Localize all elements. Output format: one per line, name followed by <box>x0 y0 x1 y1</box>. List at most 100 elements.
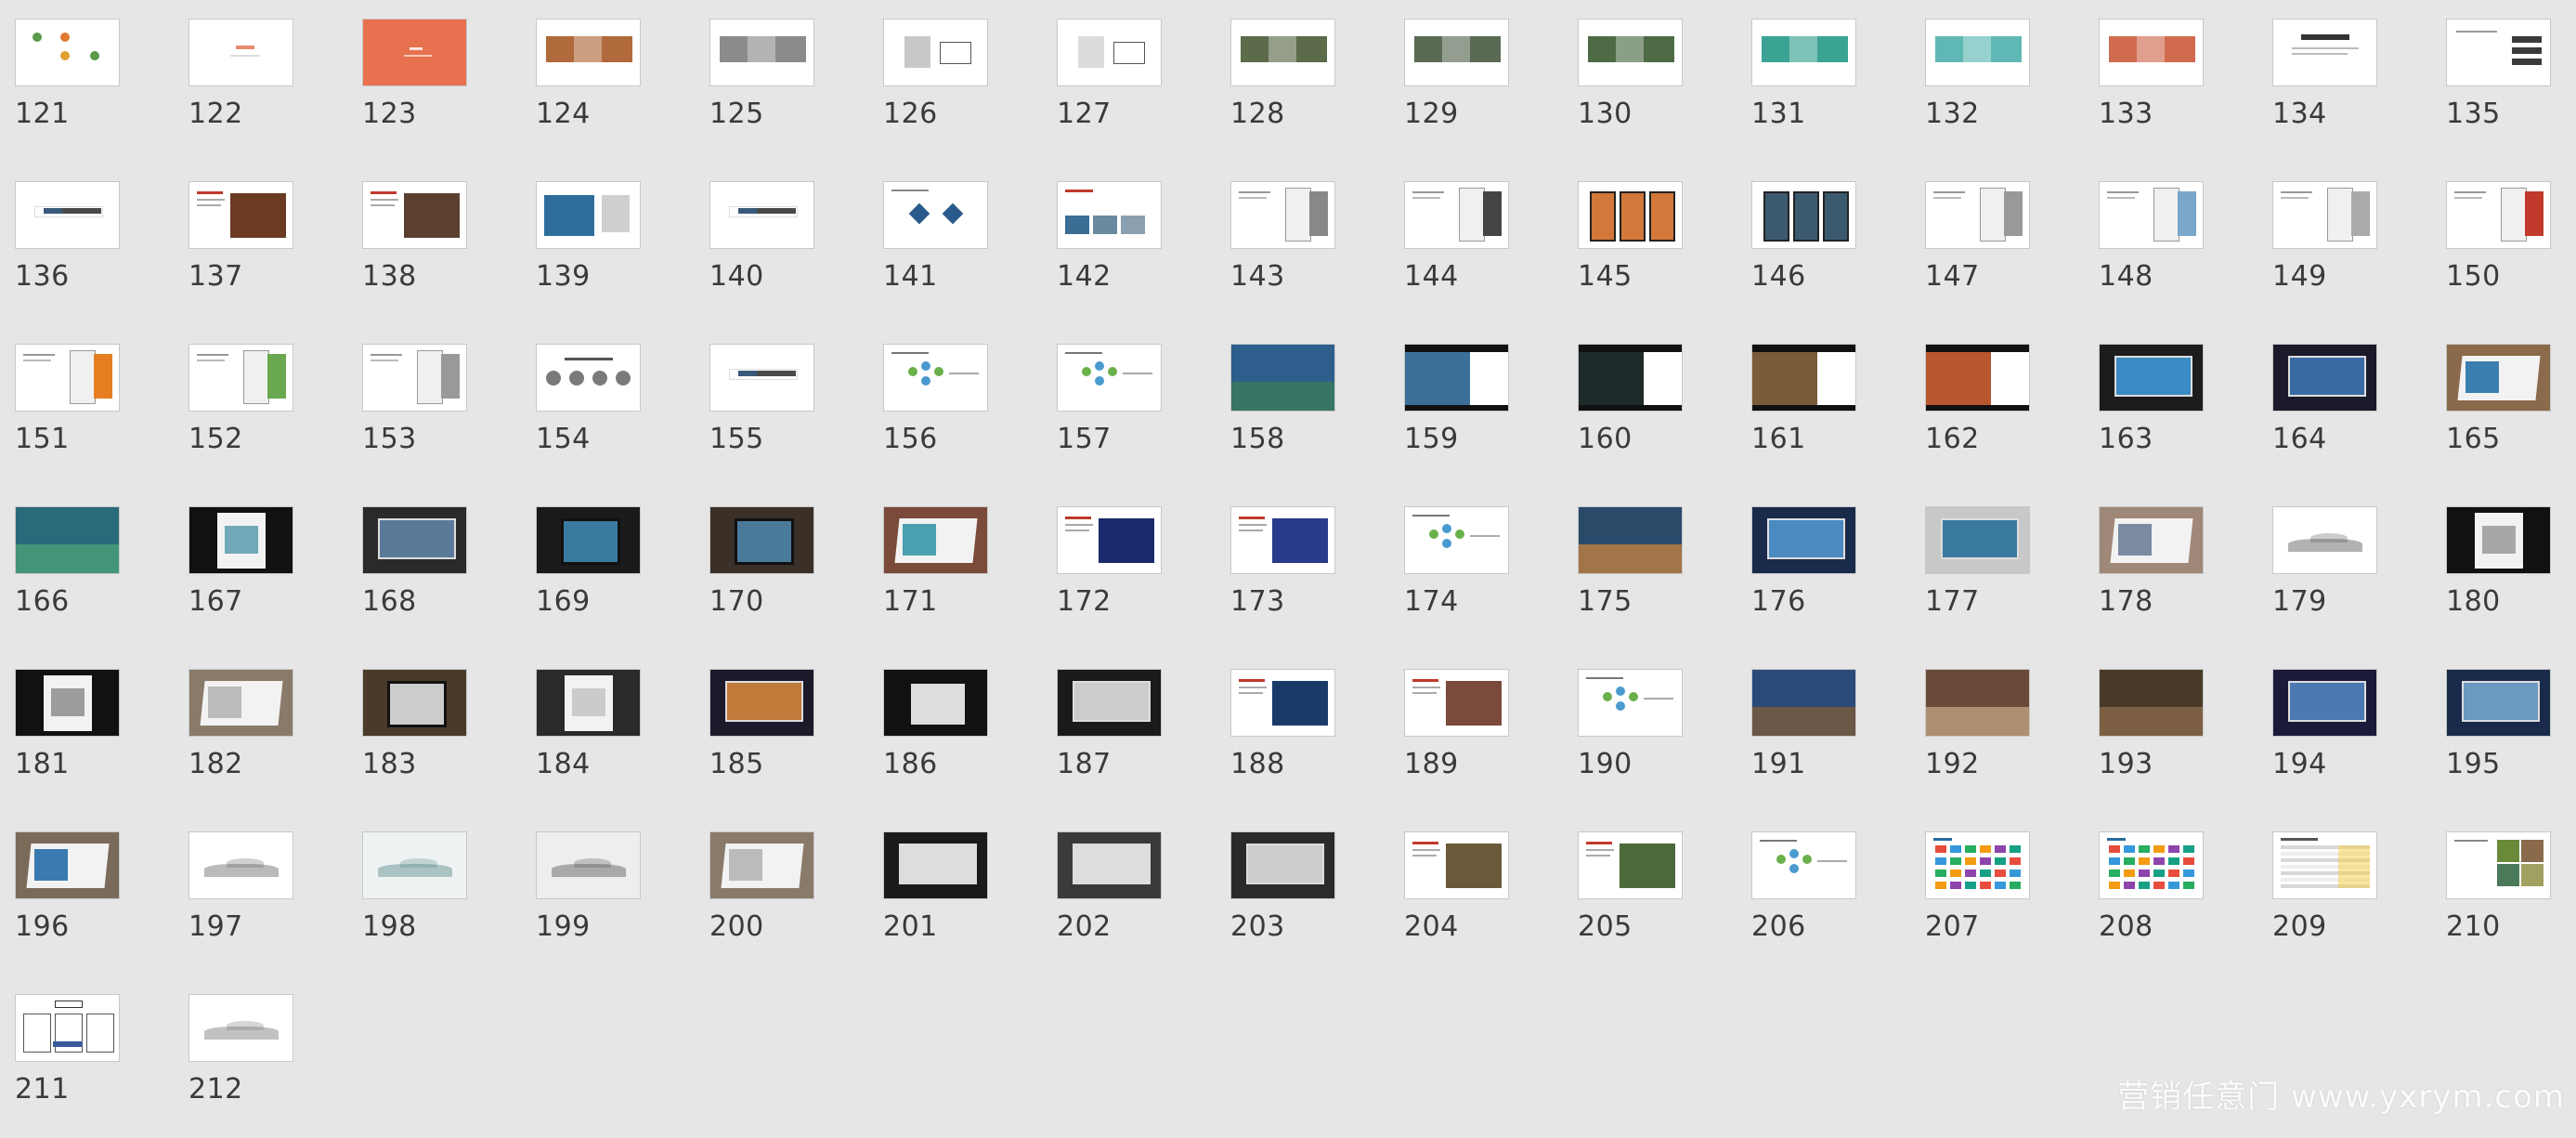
slide-thumbnail-124[interactable]: 124 <box>521 0 695 163</box>
slide-preview[interactable] <box>1404 181 1509 249</box>
slide-thumbnail-190[interactable]: 190 <box>1563 650 1737 813</box>
slide-preview[interactable] <box>1230 19 1335 86</box>
slide-preview[interactable] <box>536 831 641 899</box>
slide-preview[interactable] <box>2272 831 2377 899</box>
slide-thumbnail-129[interactable]: 129 <box>1389 0 1563 163</box>
slide-thumbnail-145[interactable]: 145 <box>1563 163 1737 325</box>
slide-thumbnail-187[interactable]: 187 <box>1042 650 1216 813</box>
slide-preview[interactable] <box>1925 344 2030 412</box>
slide-preview[interactable] <box>362 19 467 86</box>
slide-thumbnail-173[interactable]: 173 <box>1216 488 1389 650</box>
slide-thumbnail-212[interactable]: 212 <box>174 975 347 1138</box>
slide-thumbnail-210[interactable]: 210 <box>2431 813 2576 975</box>
slide-preview[interactable] <box>709 344 814 412</box>
slide-preview[interactable] <box>2446 506 2551 574</box>
slide-thumbnail-208[interactable]: 208 <box>2084 813 2257 975</box>
slide-preview[interactable] <box>536 669 641 737</box>
slide-preview[interactable] <box>709 19 814 86</box>
slide-preview[interactable] <box>1057 669 1162 737</box>
slide-thumbnail-142[interactable]: 142 <box>1042 163 1216 325</box>
slide-thumbnail-155[interactable]: 155 <box>695 325 868 488</box>
slide-preview[interactable] <box>362 831 467 899</box>
slide-thumbnail-138[interactable]: 138 <box>347 163 521 325</box>
slide-thumbnail-133[interactable]: 133 <box>2084 0 2257 163</box>
slide-thumbnail-167[interactable]: 167 <box>174 488 347 650</box>
slide-thumbnail-152[interactable]: 152 <box>174 325 347 488</box>
slide-preview[interactable] <box>1404 344 1509 412</box>
slide-thumbnail-195[interactable]: 195 <box>2431 650 2576 813</box>
slide-thumbnail-149[interactable]: 149 <box>2257 163 2431 325</box>
slide-preview[interactable] <box>883 831 988 899</box>
slide-preview[interactable] <box>2099 19 2204 86</box>
slide-thumbnail-143[interactable]: 143 <box>1216 163 1389 325</box>
slide-preview[interactable] <box>15 506 120 574</box>
slide-thumbnail-151[interactable]: 151 <box>0 325 174 488</box>
slide-thumbnail-201[interactable]: 201 <box>868 813 1042 975</box>
slide-preview[interactable] <box>15 994 120 1062</box>
slide-thumbnail-165[interactable]: 165 <box>2431 325 2576 488</box>
slide-thumbnail-197[interactable]: 197 <box>174 813 347 975</box>
slide-thumbnail-180[interactable]: 180 <box>2431 488 2576 650</box>
slide-preview[interactable] <box>1230 669 1335 737</box>
slide-preview[interactable] <box>189 181 293 249</box>
slide-thumbnail-164[interactable]: 164 <box>2257 325 2431 488</box>
slide-preview[interactable] <box>1404 669 1509 737</box>
slide-preview[interactable] <box>1578 19 1683 86</box>
slide-thumbnail-139[interactable]: 139 <box>521 163 695 325</box>
slide-thumbnail-121[interactable]: 121 <box>0 0 174 163</box>
slide-thumbnail-122[interactable]: 122 <box>174 0 347 163</box>
slide-thumbnail-175[interactable]: 175 <box>1563 488 1737 650</box>
slide-preview[interactable] <box>1578 831 1683 899</box>
slide-thumbnail-172[interactable]: 172 <box>1042 488 1216 650</box>
slide-preview[interactable] <box>362 669 467 737</box>
slide-thumbnail-196[interactable]: 196 <box>0 813 174 975</box>
slide-thumbnail-177[interactable]: 177 <box>1910 488 2084 650</box>
slide-thumbnail-185[interactable]: 185 <box>695 650 868 813</box>
slide-preview[interactable] <box>1925 831 2030 899</box>
slide-preview[interactable] <box>1057 831 1162 899</box>
slide-thumbnail-132[interactable]: 132 <box>1910 0 2084 163</box>
slide-thumbnail-146[interactable]: 146 <box>1737 163 1910 325</box>
slide-preview[interactable] <box>1578 181 1683 249</box>
slide-preview[interactable] <box>709 506 814 574</box>
slide-preview[interactable] <box>1057 506 1162 574</box>
slide-preview[interactable] <box>1578 344 1683 412</box>
slide-thumbnail-186[interactable]: 186 <box>868 650 1042 813</box>
slide-thumbnail-131[interactable]: 131 <box>1737 0 1910 163</box>
slide-preview[interactable] <box>2446 344 2551 412</box>
slide-preview[interactable] <box>883 344 988 412</box>
slide-preview[interactable] <box>2446 669 2551 737</box>
slide-preview[interactable] <box>15 831 120 899</box>
slide-preview[interactable] <box>2272 506 2377 574</box>
slide-preview[interactable] <box>1230 831 1335 899</box>
slide-thumbnail-163[interactable]: 163 <box>2084 325 2257 488</box>
slide-thumbnail-159[interactable]: 159 <box>1389 325 1563 488</box>
slide-preview[interactable] <box>15 344 120 412</box>
slide-preview[interactable] <box>1057 344 1162 412</box>
slide-preview[interactable] <box>362 344 467 412</box>
slide-preview[interactable] <box>883 506 988 574</box>
slide-preview[interactable] <box>1751 344 1856 412</box>
slide-preview[interactable] <box>2099 831 2204 899</box>
slide-preview[interactable] <box>1578 506 1683 574</box>
slide-thumbnail-189[interactable]: 189 <box>1389 650 1563 813</box>
slide-preview[interactable] <box>2099 344 2204 412</box>
slide-thumbnail-206[interactable]: 206 <box>1737 813 1910 975</box>
slide-thumbnail-150[interactable]: 150 <box>2431 163 2576 325</box>
slide-preview[interactable] <box>709 669 814 737</box>
slide-preview[interactable] <box>189 669 293 737</box>
slide-thumbnail-157[interactable]: 157 <box>1042 325 1216 488</box>
slide-preview[interactable] <box>709 831 814 899</box>
slide-thumbnail-134[interactable]: 134 <box>2257 0 2431 163</box>
slide-thumbnail-198[interactable]: 198 <box>347 813 521 975</box>
slide-preview[interactable] <box>189 344 293 412</box>
slide-preview[interactable] <box>883 19 988 86</box>
slide-preview[interactable] <box>2099 669 2204 737</box>
slide-preview[interactable] <box>1404 19 1509 86</box>
slide-preview[interactable] <box>2272 344 2377 412</box>
slide-thumbnail-192[interactable]: 192 <box>1910 650 2084 813</box>
slide-preview[interactable] <box>1925 669 2030 737</box>
slide-preview[interactable] <box>2099 506 2204 574</box>
slide-preview[interactable] <box>536 344 641 412</box>
slide-thumbnail-168[interactable]: 168 <box>347 488 521 650</box>
